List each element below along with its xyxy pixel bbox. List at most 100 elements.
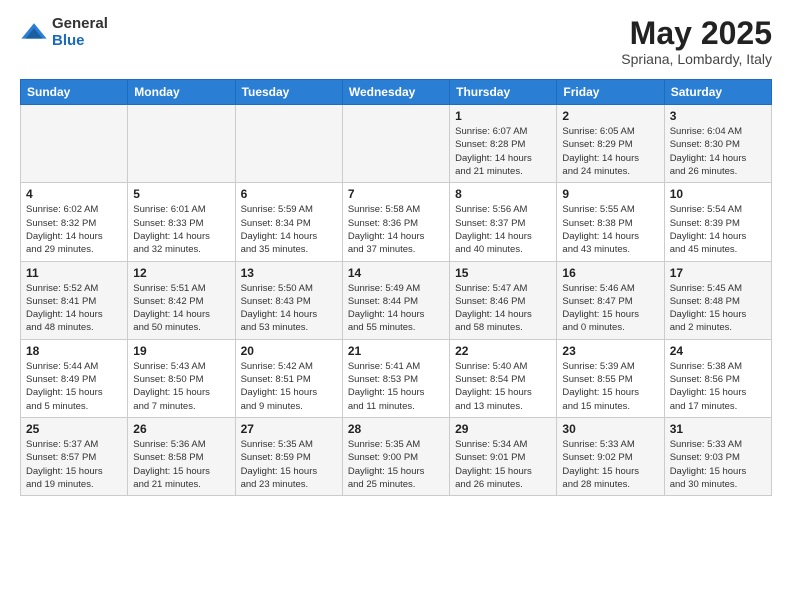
calendar-week-3: 11Sunrise: 5:52 AM Sunset: 8:41 PM Dayli… [21, 261, 772, 339]
day-number: 16 [562, 266, 658, 280]
calendar-cell [342, 105, 449, 183]
day-number: 21 [348, 344, 444, 358]
calendar-cell: 22 Sunrise: 5:40 AM Sunset: 8:54 PM Dayli… [450, 339, 557, 417]
calendar-cell: 9 Sunrise: 5:55 AM Sunset: 8:38 PM Daylig… [557, 183, 664, 261]
day-info: Sunrise: 5:59 AM Sunset: 8:34 PM Dayligh… [241, 203, 337, 256]
logo-blue-text: Blue [52, 33, 108, 50]
calendar-cell: 5 Sunrise: 6:01 AM Sunset: 8:33 PM Daylig… [128, 183, 235, 261]
day-info: Sunrise: 5:33 AM Sunset: 9:03 PM Dayligh… [670, 438, 766, 491]
calendar-cell: 2Sunrise: 6:05 AM Sunset: 8:29 PM Daylig… [557, 105, 664, 183]
day-number: 6 [241, 187, 337, 201]
calendar-cell: 31 Sunrise: 5:33 AM Sunset: 9:03 PM Dayli… [664, 417, 771, 495]
day-number: 2 [562, 109, 658, 123]
day-info: Sunrise: 5:33 AM Sunset: 9:02 PM Dayligh… [562, 438, 658, 491]
day-info: Sunrise: 5:41 AM Sunset: 8:53 PM Dayligh… [348, 360, 444, 413]
logo-general-text: General [52, 16, 108, 33]
calendar-cell: 17 Sunrise: 5:45 AM Sunset: 8:48 PM Dayli… [664, 261, 771, 339]
calendar-cell: 13Sunrise: 5:50 AM Sunset: 8:43 PM Dayli… [235, 261, 342, 339]
day-info: Sunrise: 5:56 AM Sunset: 8:37 PM Dayligh… [455, 203, 551, 256]
day-info: Sunrise: 6:01 AM Sunset: 8:33 PM Dayligh… [133, 203, 229, 256]
calendar-cell: 12 Sunrise: 5:51 AM Sunset: 8:42 PM Dayli… [128, 261, 235, 339]
day-info: Sunrise: 5:50 AM Sunset: 8:43 PM Dayligh… [241, 282, 337, 335]
day-number: 20 [241, 344, 337, 358]
calendar-cell: 10 Sunrise: 5:54 AM Sunset: 8:39 PM Dayli… [664, 183, 771, 261]
calendar-cell: 8Sunrise: 5:56 AM Sunset: 8:37 PM Daylig… [450, 183, 557, 261]
calendar-cell: 26Sunrise: 5:36 AM Sunset: 8:58 PM Dayli… [128, 417, 235, 495]
day-number: 27 [241, 422, 337, 436]
day-info: Sunrise: 5:37 AM Sunset: 8:57 PM Dayligh… [26, 438, 122, 491]
calendar-cell: 30Sunrise: 5:33 AM Sunset: 9:02 PM Dayli… [557, 417, 664, 495]
day-number: 28 [348, 422, 444, 436]
calendar-week-5: 25 Sunrise: 5:37 AM Sunset: 8:57 PM Dayli… [21, 417, 772, 495]
calendar-cell: 25 Sunrise: 5:37 AM Sunset: 8:57 PM Dayli… [21, 417, 128, 495]
day-number: 29 [455, 422, 551, 436]
calendar-table: SundayMondayTuesdayWednesdayThursdayFrid… [20, 79, 772, 496]
day-info: Sunrise: 5:43 AM Sunset: 8:50 PM Dayligh… [133, 360, 229, 413]
day-info: Sunrise: 5:46 AM Sunset: 8:47 PM Dayligh… [562, 282, 658, 335]
day-info: Sunrise: 6:07 AM Sunset: 8:28 PM Dayligh… [455, 125, 551, 178]
day-info: Sunrise: 5:38 AM Sunset: 8:56 PM Dayligh… [670, 360, 766, 413]
logo-text: General Blue [52, 16, 108, 49]
day-info: Sunrise: 5:35 AM Sunset: 8:59 PM Dayligh… [241, 438, 337, 491]
day-number: 18 [26, 344, 122, 358]
day-number: 22 [455, 344, 551, 358]
calendar-cell: 24 Sunrise: 5:38 AM Sunset: 8:56 PM Dayli… [664, 339, 771, 417]
day-number: 4 [26, 187, 122, 201]
month-title: May 2025 [621, 16, 772, 51]
logo: General Blue [20, 16, 108, 49]
calendar-header-row: SundayMondayTuesdayWednesdayThursdayFrid… [21, 80, 772, 105]
day-of-week-tuesday: Tuesday [235, 80, 342, 105]
logo-icon [20, 19, 48, 47]
day-of-week-wednesday: Wednesday [342, 80, 449, 105]
day-number: 1 [455, 109, 551, 123]
calendar-cell: 18 Sunrise: 5:44 AM Sunset: 8:49 PM Dayli… [21, 339, 128, 417]
calendar-week-2: 4 Sunrise: 6:02 AM Sunset: 8:32 PM Daylig… [21, 183, 772, 261]
day-number: 10 [670, 187, 766, 201]
calendar-cell: 28Sunrise: 5:35 AM Sunset: 9:00 PM Dayli… [342, 417, 449, 495]
day-info: Sunrise: 5:45 AM Sunset: 8:48 PM Dayligh… [670, 282, 766, 335]
day-number: 5 [133, 187, 229, 201]
calendar-cell [128, 105, 235, 183]
day-number: 7 [348, 187, 444, 201]
day-of-week-friday: Friday [557, 80, 664, 105]
day-of-week-sunday: Sunday [21, 80, 128, 105]
day-info: Sunrise: 5:54 AM Sunset: 8:39 PM Dayligh… [670, 203, 766, 256]
day-number: 23 [562, 344, 658, 358]
day-info: Sunrise: 6:04 AM Sunset: 8:30 PM Dayligh… [670, 125, 766, 178]
day-number: 24 [670, 344, 766, 358]
day-info: Sunrise: 5:52 AM Sunset: 8:41 PM Dayligh… [26, 282, 122, 335]
day-info: Sunrise: 5:58 AM Sunset: 8:36 PM Dayligh… [348, 203, 444, 256]
calendar-cell [21, 105, 128, 183]
day-number: 25 [26, 422, 122, 436]
title-block: May 2025 Spriana, Lombardy, Italy [621, 16, 772, 67]
day-number: 17 [670, 266, 766, 280]
header: General Blue May 2025 Spriana, Lombardy,… [20, 16, 772, 67]
page: General Blue May 2025 Spriana, Lombardy,… [0, 0, 792, 512]
calendar-week-1: 1 Sunrise: 6:07 AM Sunset: 8:28 PM Daylig… [21, 105, 772, 183]
calendar-cell: 15Sunrise: 5:47 AM Sunset: 8:46 PM Dayli… [450, 261, 557, 339]
calendar-week-4: 18 Sunrise: 5:44 AM Sunset: 8:49 PM Dayli… [21, 339, 772, 417]
day-number: 12 [133, 266, 229, 280]
calendar-cell: 1 Sunrise: 6:07 AM Sunset: 8:28 PM Daylig… [450, 105, 557, 183]
day-number: 14 [348, 266, 444, 280]
day-of-week-thursday: Thursday [450, 80, 557, 105]
day-info: Sunrise: 5:44 AM Sunset: 8:49 PM Dayligh… [26, 360, 122, 413]
calendar-cell: 29 Sunrise: 5:34 AM Sunset: 9:01 PM Dayli… [450, 417, 557, 495]
calendar-cell: 7 Sunrise: 5:58 AM Sunset: 8:36 PM Daylig… [342, 183, 449, 261]
day-number: 19 [133, 344, 229, 358]
calendar-cell: 21 Sunrise: 5:41 AM Sunset: 8:53 PM Dayli… [342, 339, 449, 417]
day-info: Sunrise: 5:34 AM Sunset: 9:01 PM Dayligh… [455, 438, 551, 491]
calendar-cell [235, 105, 342, 183]
day-of-week-monday: Monday [128, 80, 235, 105]
day-number: 26 [133, 422, 229, 436]
day-number: 31 [670, 422, 766, 436]
day-info: Sunrise: 5:51 AM Sunset: 8:42 PM Dayligh… [133, 282, 229, 335]
calendar-cell: 14 Sunrise: 5:49 AM Sunset: 8:44 PM Dayli… [342, 261, 449, 339]
day-of-week-saturday: Saturday [664, 80, 771, 105]
day-info: Sunrise: 5:40 AM Sunset: 8:54 PM Dayligh… [455, 360, 551, 413]
day-info: Sunrise: 5:49 AM Sunset: 8:44 PM Dayligh… [348, 282, 444, 335]
calendar-cell: 11Sunrise: 5:52 AM Sunset: 8:41 PM Dayli… [21, 261, 128, 339]
day-number: 9 [562, 187, 658, 201]
day-info: Sunrise: 5:55 AM Sunset: 8:38 PM Dayligh… [562, 203, 658, 256]
day-info: Sunrise: 6:02 AM Sunset: 8:32 PM Dayligh… [26, 203, 122, 256]
